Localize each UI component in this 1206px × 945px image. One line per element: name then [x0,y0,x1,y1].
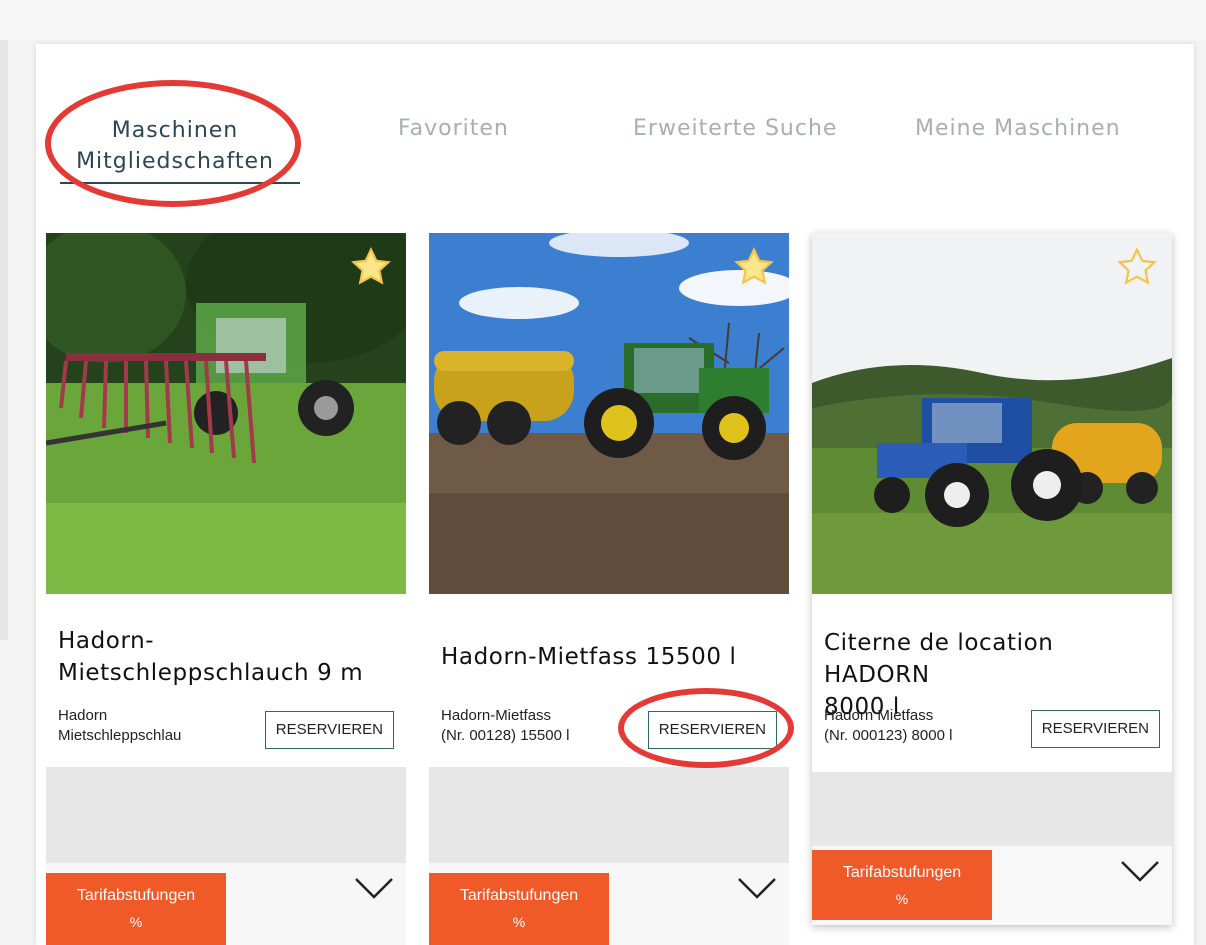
tarif-label: Tarifabstufungen [842,864,962,881]
tab-meine-maschinen[interactable]: Meine Maschinen [915,116,1121,141]
card-spacer [46,767,406,863]
tab-label-line1: Maschinen [111,118,239,143]
chevron-down-icon[interactable] [352,869,396,903]
reserve-button[interactable]: RESERVIEREN [1030,710,1160,748]
tab-maschinen-mitgliedschaften[interactable]: Maschinen Mitgliedschaften [70,115,280,177]
tarif-label: Tarifabstufungen [459,887,579,904]
title-line1: Citerne de location HADORN [824,630,1054,688]
card-footer: Tarifabstufungen % [812,846,1172,925]
title-line1: Hadorn- [58,628,155,654]
machine-subtitle: Hadorn Mietschleppschlau [58,706,233,746]
star-icon[interactable] [348,245,394,289]
chevron-down-icon[interactable] [1118,852,1162,886]
tab-label-line2: Mitgliedschaften [76,149,274,174]
machine-photo [812,233,1172,594]
subtitle-line1: Hadorn [58,707,108,724]
subtitle-line2: (Nr. 000123) 8000 l [824,727,953,744]
left-scroll-edge [0,40,8,640]
machine-photo [429,233,789,594]
reserve-button[interactable]: RESERVIEREN [264,711,394,749]
percent-symbol: % [129,914,143,930]
star-icon[interactable] [731,245,777,289]
title-line2: Mietschleppschlauch 9 m [58,660,364,686]
card-spacer [429,767,789,863]
reserve-button[interactable]: RESERVIEREN [647,711,777,749]
card-footer: Tarifabstufungen % [429,863,789,945]
star-icon[interactable] [1114,245,1160,289]
machine-card[interactable]: Citerne de location HADORN 8000 l Hadorn… [812,233,1172,925]
top-strip [0,0,1206,40]
tarif-button[interactable]: Tarifabstufungen % [46,873,226,945]
subtitle-line2: (Nr. 00128) 15500 l [441,727,570,744]
machine-title: Hadorn- Mietschleppschlauch 9 m [58,625,396,689]
chevron-down-icon[interactable] [735,869,779,903]
tab-favoriten[interactable]: Favoriten [398,116,509,141]
tab-erweiterte-suche[interactable]: Erweiterte Suche [633,116,837,141]
card-spacer [812,772,1172,846]
card-footer: Tarifabstufungen % [46,863,406,945]
machine-subtitle: Hadorn Mietfass (Nr. 000123) 8000 l [824,706,999,746]
machine-photo [46,233,406,594]
machine-subtitle: Hadorn-Mietfass (Nr. 00128) 15500 l [441,706,616,746]
percent-symbol: % [895,891,909,907]
machine-title: Hadorn-Mietfass 15500 l [441,644,737,670]
machine-card[interactable]: Hadorn- Mietschleppschlauch 9 m Hadorn M… [46,233,406,945]
tarif-button[interactable]: Tarifabstufungen % [812,850,992,920]
percent-symbol: % [512,914,526,930]
subtitle-line1: Hadorn Mietfass [824,707,934,724]
subtitle-line1: Hadorn-Mietfass [441,707,552,724]
tarif-button[interactable]: Tarifabstufungen % [429,873,609,945]
tarif-label: Tarifabstufungen [76,887,196,904]
machine-card[interactable]: Hadorn-Mietfass 15500 l Hadorn-Mietfass … [429,233,789,945]
active-tab-underline [60,182,300,184]
subtitle-line2: Mietschleppschlau [58,727,182,744]
